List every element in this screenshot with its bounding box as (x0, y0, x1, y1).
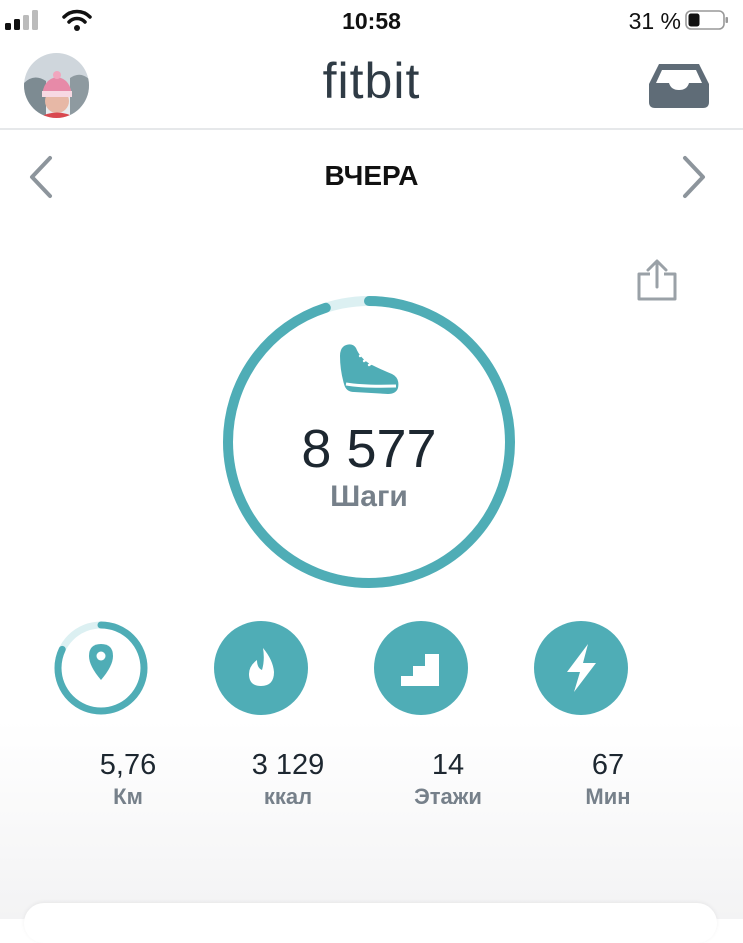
floors-value: 14 (431, 749, 465, 781)
location-pin-icon (89, 644, 113, 680)
battery-icon (685, 10, 728, 30)
calories-unit: ккал (263, 784, 313, 809)
distance-value: 5,76 (99, 749, 157, 781)
stat-active-minutes[interactable]: 67 Мин (533, 620, 683, 810)
stat-floors[interactable]: 14 Этажи (373, 620, 523, 810)
active-minutes-unit: Мин (585, 784, 631, 809)
battery-percent: 31 % (628, 8, 681, 34)
shoe-icon (340, 344, 399, 394)
calories-badge (214, 621, 308, 715)
distance-ring (54, 621, 148, 715)
share-icon[interactable] (636, 258, 678, 302)
status-bar: 10:58 31 % (0, 0, 743, 42)
date-label: ВЧЕРА (324, 160, 419, 191)
steps-label: Шаги (330, 480, 408, 513)
active-minutes-badge (534, 621, 628, 715)
distance-unit: Км (113, 784, 143, 809)
date-navigation: ВЧЕРА (0, 140, 743, 214)
active-minutes-value: 67 (591, 749, 625, 781)
calories-value: 3 129 (251, 749, 325, 781)
app-logo: fitbit (322, 53, 421, 109)
chevron-right-icon[interactable] (681, 155, 707, 199)
next-card[interactable] (24, 903, 717, 943)
stat-distance[interactable]: 5,76 Км (53, 620, 203, 810)
inbox-icon[interactable] (649, 62, 709, 108)
app-header: fitbit (0, 42, 743, 130)
steps-value: 8 577 (301, 419, 437, 479)
floors-badge (374, 621, 468, 715)
stat-calories[interactable]: 3 129 ккал (213, 620, 363, 810)
floors-unit: Этажи (414, 784, 482, 809)
